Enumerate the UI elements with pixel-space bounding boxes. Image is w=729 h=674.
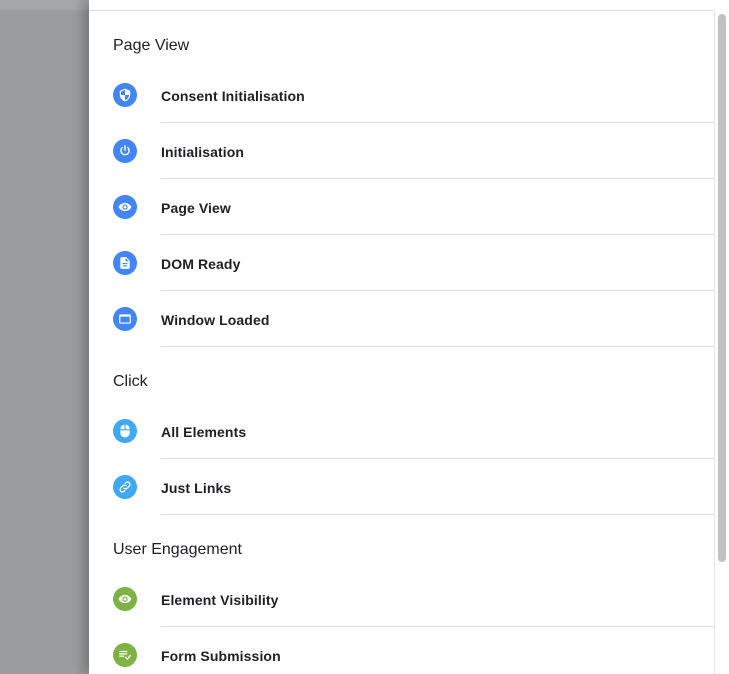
trigger-item-just-links[interactable]: Just Links: [89, 459, 714, 515]
scrollbar-thumb[interactable]: [718, 14, 726, 562]
shield-icon: [113, 83, 137, 107]
item-divider: [161, 346, 714, 347]
trigger-item-label: Page View: [161, 200, 231, 216]
link-icon: [113, 475, 137, 499]
trigger-item-dom-ready[interactable]: DOM Ready: [89, 235, 714, 291]
eye-icon: [113, 195, 137, 219]
trigger-type-panel: Page View Consent Initialisation Initial…: [89, 0, 729, 674]
trigger-item-initialisation[interactable]: Initialisation: [89, 123, 714, 179]
page-backdrop[interactable]: [0, 0, 89, 674]
section-title-click: Click: [113, 373, 148, 390]
trigger-item-label: Consent Initialisation: [161, 88, 305, 104]
panel-scrollbar[interactable]: [714, 11, 729, 674]
document-icon: [113, 251, 137, 275]
eye-icon: [113, 587, 137, 611]
trigger-item-window-loaded[interactable]: Window Loaded: [89, 291, 714, 347]
section-title-page-view: Page View: [113, 37, 190, 54]
item-divider: [161, 514, 714, 515]
backdrop-header-strip: [0, 0, 89, 11]
trigger-item-page-view[interactable]: Page View: [89, 179, 714, 235]
trigger-item-label: Just Links: [161, 480, 232, 496]
trigger-item-label: DOM Ready: [161, 256, 241, 272]
trigger-item-label: Initialisation: [161, 144, 245, 160]
form-icon: [113, 643, 137, 667]
trigger-item-label: All Elements: [161, 424, 247, 440]
trigger-item-label: Element Visibility: [161, 592, 279, 608]
window-icon: [113, 307, 137, 331]
trigger-type-list: Page View Consent Initialisation Initial…: [89, 11, 714, 674]
power-icon: [113, 139, 137, 163]
trigger-item-element-visibility[interactable]: Element Visibility: [89, 571, 714, 627]
trigger-item-label: Window Loaded: [161, 312, 270, 328]
trigger-item-form-submission[interactable]: Form Submission: [89, 627, 714, 674]
trigger-item-label: Form Submission: [161, 648, 281, 664]
trigger-item-consent-initialisation[interactable]: Consent Initialisation: [89, 67, 714, 123]
mouse-icon: [113, 419, 137, 443]
trigger-item-all-elements[interactable]: All Elements: [89, 403, 714, 459]
section-title-user-engagement: User Engagement: [113, 541, 242, 558]
